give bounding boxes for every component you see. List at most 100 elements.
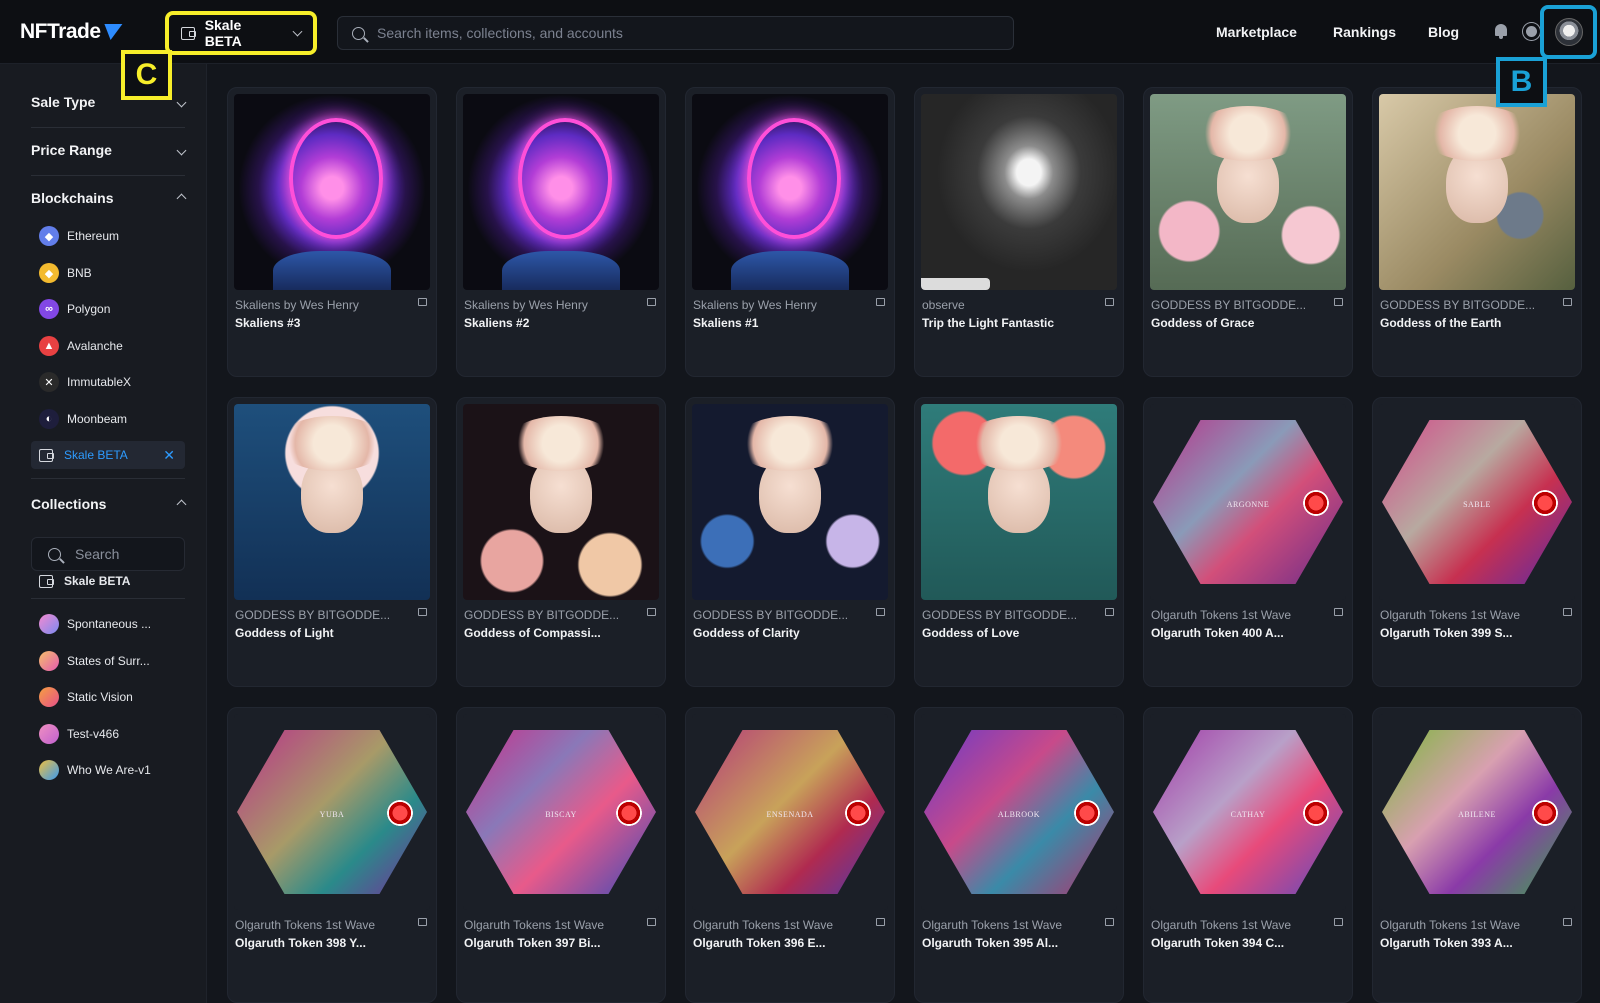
nft-image — [1150, 94, 1346, 290]
collections-header[interactable]: Collections — [31, 496, 187, 512]
nft-card[interactable]: ENSENADA Olgaruth Tokens 1st Wave Olgaruth… — [685, 707, 895, 1003]
nft-card[interactable]: observe Trip the Light Fantastic — [914, 87, 1124, 377]
nft-item-name[interactable]: Olgaruth Token 398 Y... — [235, 936, 431, 950]
nft-item-name[interactable]: Olgaruth Token 400 A... — [1151, 626, 1347, 640]
blockchain-label: Ethereum — [67, 229, 120, 243]
nft-item-name[interactable]: Olgaruth Token 395 Al... — [922, 936, 1118, 950]
collection-item[interactable]: States of Surr... — [31, 651, 185, 671]
nft-collection-name[interactable]: observe — [922, 298, 1102, 312]
nft-item-name[interactable]: Goddess of Clarity — [693, 626, 889, 640]
blockchain-item-skale-beta[interactable]: Skale BETA ✕ — [31, 441, 185, 469]
nft-card[interactable]: YUBA Olgaruth Tokens 1st Wave Olgaruth Tok… — [227, 707, 437, 1003]
nav-marketplace[interactable]: Marketplace — [1216, 24, 1297, 40]
blockchain-item-polygon[interactable]: ∞ Polygon — [31, 295, 185, 323]
seal-icon — [1074, 800, 1100, 826]
chevron-up-icon — [176, 499, 187, 509]
nft-image — [692, 94, 888, 290]
nft-item-name[interactable]: Skaliens #1 — [693, 316, 889, 330]
nft-card[interactable]: CATHAY Olgaruth Tokens 1st Wave Olgaruth T… — [1143, 707, 1353, 1003]
theme-toggle-sun-icon[interactable] — [1526, 26, 1537, 37]
nft-card[interactable]: Skaliens by Wes Henry Skaliens #3 — [227, 87, 437, 377]
nft-card[interactable]: ABILENE Olgaruth Tokens 1st Wave Olgaruth … — [1372, 707, 1582, 1003]
nft-item-name[interactable]: Goddess of the Earth — [1380, 316, 1576, 330]
collection-item[interactable]: Skale BETA — [31, 574, 185, 588]
blockchain-item-bnb[interactable]: ◆ BNB — [31, 259, 185, 287]
nft-item-name[interactable]: Olgaruth Token 399 S... — [1380, 626, 1576, 640]
nft-collection-name[interactable]: Olgaruth Tokens 1st Wave — [464, 918, 644, 932]
seal-icon — [1532, 490, 1558, 516]
collection-item[interactable]: Static Vision — [31, 687, 185, 707]
nft-card[interactable]: GODDESS BY BITGODDE... Goddess of Love — [914, 397, 1124, 687]
nft-item-name[interactable]: Goddess of Love — [922, 626, 1118, 640]
nft-card[interactable]: BISCAY Olgaruth Tokens 1st Wave Olgaruth T… — [456, 707, 666, 1003]
nft-item-name[interactable]: Goddess of Light — [235, 626, 431, 640]
collection-label: Test-v466 — [67, 727, 120, 741]
nft-card[interactable]: GODDESS BY BITGODDE... Goddess of Clarity — [685, 397, 895, 687]
clear-filter-close-icon[interactable]: ✕ — [163, 447, 175, 464]
blockchains-header[interactable]: Blockchains — [31, 190, 187, 206]
nft-card[interactable]: GODDESS BY BITGODDE... Goddess of Light — [227, 397, 437, 687]
nft-item-name[interactable]: Olgaruth Token 393 A... — [1380, 936, 1576, 950]
nft-card[interactable]: Skaliens by Wes Henry Skaliens #2 — [456, 87, 666, 377]
nft-card[interactable]: SABLE Olgaruth Tokens 1st Wave Olgaruth To… — [1372, 397, 1582, 687]
notifications-bell-icon[interactable] — [1494, 24, 1508, 39]
nft-collection-name[interactable]: Skaliens by Wes Henry — [235, 298, 415, 312]
nft-card[interactable]: GODDESS BY BITGODDE... Goddess of Compass… — [456, 397, 666, 687]
nft-image: ENSENADA — [692, 714, 888, 910]
nft-item-name[interactable]: Olgaruth Token 397 Bi... — [464, 936, 660, 950]
nft-collection-name[interactable]: Skaliens by Wes Henry — [464, 298, 644, 312]
collection-item[interactable]: Spontaneous ... — [31, 614, 185, 634]
global-search[interactable] — [337, 16, 1014, 50]
immutablex-icon: ✕ — [39, 372, 59, 392]
collection-avatar-icon — [39, 651, 59, 671]
blockchains-label: Blockchains — [31, 190, 114, 206]
nft-item-name[interactable]: Skaliens #3 — [235, 316, 431, 330]
nft-collection-name[interactable]: GODDESS BY BITGODDE... — [235, 608, 415, 622]
nft-collection-name[interactable]: Skaliens by Wes Henry — [693, 298, 873, 312]
blockchain-item-moonbeam[interactable]: ◐ Moonbeam — [31, 405, 185, 433]
global-search-input[interactable] — [377, 25, 977, 41]
nft-item-name[interactable]: Olgaruth Token 394 C... — [1151, 936, 1347, 950]
avalanche-icon: ▲ — [39, 336, 59, 356]
nft-collection-name[interactable]: GODDESS BY BITGODDE... — [922, 608, 1102, 622]
nav-blog[interactable]: Blog — [1428, 24, 1459, 40]
nft-card[interactable]: GODDESS BY BITGODDE... Goddess of the Ear… — [1372, 87, 1582, 377]
nft-collection-name[interactable]: GODDESS BY BITGODDE... — [464, 608, 644, 622]
nft-item-name[interactable]: Goddess of Grace — [1151, 316, 1347, 330]
chain-badge-icon — [1563, 918, 1572, 926]
collection-item[interactable]: Test-v466 — [31, 724, 185, 744]
nft-collection-name[interactable]: GODDESS BY BITGODDE... — [693, 608, 873, 622]
nft-collection-name[interactable]: GODDESS BY BITGODDE... — [1151, 298, 1331, 312]
nft-collection-name[interactable]: Olgaruth Tokens 1st Wave — [1151, 608, 1331, 622]
nft-collection-name[interactable]: Olgaruth Tokens 1st Wave — [693, 918, 873, 932]
nft-item-name[interactable]: Olgaruth Token 396 E... — [693, 936, 889, 950]
nft-card[interactable]: Skaliens by Wes Henry Skaliens #1 — [685, 87, 895, 377]
nft-collection-name[interactable]: GODDESS BY BITGODDE... — [1380, 298, 1560, 312]
profile-menu-button[interactable] — [1540, 5, 1597, 59]
nav-rankings[interactable]: Rankings — [1333, 24, 1396, 40]
nft-card[interactable]: ALBROOK Olgaruth Tokens 1st Wave Olgaruth … — [914, 707, 1124, 1003]
collection-search-input[interactable] — [75, 546, 175, 562]
blockchain-item-immutablex[interactable]: ✕ ImmutableX — [31, 368, 185, 396]
nft-item-name[interactable]: Goddess of Compassi... — [464, 626, 660, 640]
nft-image: SABLE — [1379, 404, 1575, 600]
collection-item[interactable]: Who We Are-v1 — [31, 760, 185, 780]
collection-label: States of Surr... — [67, 654, 150, 668]
nftrade-logo[interactable]: NFTrade — [20, 20, 122, 44]
nft-item-name[interactable]: Skaliens #2 — [464, 316, 660, 330]
price-range-header[interactable]: Price Range — [31, 142, 187, 158]
nft-card[interactable]: ARGONNE Olgaruth Tokens 1st Wave Olgaruth … — [1143, 397, 1353, 687]
nft-collection-name[interactable]: Olgaruth Tokens 1st Wave — [922, 918, 1102, 932]
chain-badge-icon — [1563, 298, 1572, 306]
chain-selector-button[interactable]: Skale BETA — [165, 11, 317, 55]
nft-collection-name[interactable]: Olgaruth Tokens 1st Wave — [1380, 608, 1560, 622]
collection-search[interactable] — [31, 537, 185, 571]
nft-collection-name[interactable]: Olgaruth Tokens 1st Wave — [1380, 918, 1560, 932]
nft-item-name[interactable]: Trip the Light Fantastic — [922, 316, 1118, 330]
blockchain-item-ethereum[interactable]: ◆ Ethereum — [31, 222, 185, 250]
nft-collection-name[interactable]: Olgaruth Tokens 1st Wave — [1151, 918, 1331, 932]
nft-card[interactable]: GODDESS BY BITGODDE... Goddess of Grace — [1143, 87, 1353, 377]
blockchain-item-avalanche[interactable]: ▲ Avalanche — [31, 332, 185, 360]
collection-avatar-icon — [39, 724, 59, 744]
nft-collection-name[interactable]: Olgaruth Tokens 1st Wave — [235, 918, 415, 932]
